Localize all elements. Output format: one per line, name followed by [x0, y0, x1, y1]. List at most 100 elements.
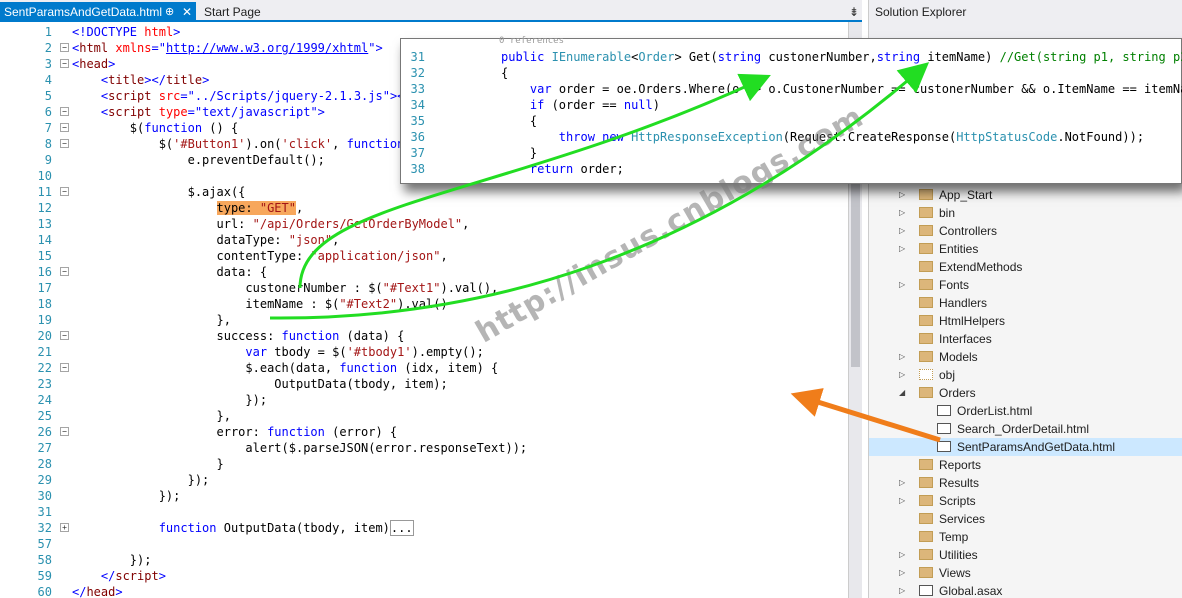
tree-item-fonts[interactable]: ▷ Fonts: [869, 276, 1182, 294]
expand-arrow-icon[interactable]: ▷: [899, 348, 905, 366]
popup-line-number: 33: [410, 82, 425, 96]
tree-item-global-asax[interactable]: ▷ Global.asax: [869, 582, 1182, 598]
expand-arrow-icon[interactable]: ▷: [899, 222, 905, 240]
collapse-icon[interactable]: −: [60, 107, 69, 116]
tree-item-entities[interactable]: ▷ Entities: [869, 240, 1182, 258]
collapse-icon[interactable]: −: [60, 59, 69, 68]
close-icon[interactable]: ✕: [182, 2, 192, 22]
expand-arrow-icon[interactable]: ▷: [899, 240, 905, 258]
code-line[interactable]: var tbody = $('#tbody1').empty();: [72, 344, 483, 360]
code-line[interactable]: type: "GET",: [72, 200, 303, 216]
line-number: 25: [37, 409, 52, 423]
code-line[interactable]: custonerNumber : $("#Text1").val(),: [72, 280, 498, 296]
code-line[interactable]: });: [72, 488, 181, 504]
tree-item-temp[interactable]: Temp: [869, 528, 1182, 546]
code-line[interactable]: e.preventDefault();: [72, 152, 325, 168]
code-line[interactable]: <script src="../Scripts/jquery-2.1.3.js"…: [72, 88, 412, 104]
tree-item-orderlist-html[interactable]: OrderList.html: [869, 402, 1182, 420]
code-line[interactable]: <html xmlns="http://www.w3.org/1999/xhtm…: [72, 40, 383, 56]
code-line[interactable]: $(function () {: [72, 120, 238, 136]
code-line[interactable]: dataType: "json",: [72, 232, 339, 248]
code-lens-references[interactable]: 0 references: [499, 36, 564, 46]
code-line[interactable]: <title></title>: [72, 72, 209, 88]
code-line[interactable]: }: [72, 456, 223, 472]
tree-item-orders[interactable]: ◢ Orders: [869, 384, 1182, 402]
expand-arrow-icon[interactable]: ▷: [899, 366, 905, 384]
code-line[interactable]: data: {: [72, 264, 267, 280]
tree-item-scripts[interactable]: ▷ Scripts: [869, 492, 1182, 510]
popup-code-line[interactable]: {: [501, 113, 537, 129]
tree-item-app-start[interactable]: ▷ App_Start: [869, 186, 1182, 204]
code-line[interactable]: <script type="text/javascript">: [72, 104, 325, 120]
tree-item-label: App_Start: [939, 188, 993, 202]
expand-arrow-icon[interactable]: ▷: [899, 276, 905, 294]
expand-icon[interactable]: +: [60, 523, 69, 532]
expand-arrow-icon[interactable]: ▷: [899, 492, 905, 510]
expand-arrow-icon[interactable]: ▷: [899, 546, 905, 564]
tree-item-htmlhelpers[interactable]: HtmlHelpers: [869, 312, 1182, 330]
popup-code-line[interactable]: {: [501, 65, 508, 81]
collapse-icon[interactable]: −: [60, 43, 69, 52]
popup-code-line[interactable]: var order = oe.Orders.Where(o => o.Custo…: [501, 81, 1182, 97]
code-line[interactable]: $('#Button1').on('click', function: [72, 136, 405, 152]
code-line[interactable]: error: function (error) {: [72, 424, 397, 440]
collapse-icon[interactable]: −: [60, 267, 69, 276]
tree-item-models[interactable]: ▷ Models: [869, 348, 1182, 366]
tab-sentparamsandgetdata[interactable]: SentParamsAndGetData.html ⊕ ✕: [0, 2, 196, 22]
collapse-icon[interactable]: −: [60, 427, 69, 436]
collapse-icon[interactable]: −: [60, 187, 69, 196]
code-line[interactable]: $.each(data, function (idx, item) {: [72, 360, 498, 376]
tree-item-sentparamsandgetdata-html[interactable]: SentParamsAndGetData.html: [869, 438, 1182, 456]
collapse-icon[interactable]: −: [60, 139, 69, 148]
code-line[interactable]: itemName : $("#Text2").val(): [72, 296, 447, 312]
code-line[interactable]: contentType: "application/json",: [72, 248, 447, 264]
tree-item-reports[interactable]: Reports: [869, 456, 1182, 474]
popup-code-line[interactable]: if (order == null): [501, 97, 660, 113]
code-line[interactable]: url: "/api/Orders/GetOrderByModel",: [72, 216, 469, 232]
code-line[interactable]: <head>: [72, 56, 115, 72]
expand-arrow-icon[interactable]: ▷: [899, 564, 905, 582]
tree-item-utilities[interactable]: ▷ Utilities: [869, 546, 1182, 564]
expand-arrow-icon[interactable]: ▷: [899, 582, 905, 598]
code-line[interactable]: alert($.parseJSON(error.responseText));: [72, 440, 527, 456]
tree-item-extendmethods[interactable]: ExtendMethods: [869, 258, 1182, 276]
line-number: 28: [37, 457, 52, 471]
tree-item-results[interactable]: ▷ Results: [869, 474, 1182, 492]
code-line[interactable]: <!DOCTYPE html>: [72, 24, 180, 40]
code-line[interactable]: },: [72, 312, 230, 328]
code-line[interactable]: $.ajax({: [72, 184, 246, 200]
code-line[interactable]: </head>: [72, 584, 123, 598]
tree-item-bin[interactable]: ▷ bin: [869, 204, 1182, 222]
collapse-arrow-icon[interactable]: ◢: [899, 384, 905, 402]
tree-item-interfaces[interactable]: Interfaces: [869, 330, 1182, 348]
collapse-icon[interactable]: −: [60, 331, 69, 340]
code-line[interactable]: OutputData(tbody, item);: [72, 376, 447, 392]
expand-arrow-icon[interactable]: ▷: [899, 474, 905, 492]
pin-icon[interactable]: ⊕: [165, 2, 174, 22]
folder-icon: [919, 351, 933, 362]
code-line[interactable]: </script>: [72, 568, 166, 584]
tree-item-services[interactable]: Services: [869, 510, 1182, 528]
expand-arrow-icon[interactable]: ▷: [899, 204, 905, 222]
tree-item-obj[interactable]: ▷ obj: [869, 366, 1182, 384]
tab-start-page[interactable]: Start Page: [200, 2, 300, 22]
code-line[interactable]: },: [72, 408, 230, 424]
line-number: 22: [37, 361, 52, 375]
code-line[interactable]: });: [72, 552, 152, 568]
code-line[interactable]: success: function (data) {: [72, 328, 404, 344]
tab-dropdown-icon[interactable]: ⇟: [846, 2, 862, 22]
collapse-icon[interactable]: −: [60, 123, 69, 132]
tree-item-controllers[interactable]: ▷ Controllers: [869, 222, 1182, 240]
popup-line-number: 36: [410, 130, 425, 144]
code-line[interactable]: });: [72, 472, 210, 488]
tree-item-handlers[interactable]: Handlers: [869, 294, 1182, 312]
collapse-icon[interactable]: −: [60, 363, 69, 372]
tree-item-views[interactable]: ▷ Views: [869, 564, 1182, 582]
popup-code-line[interactable]: return order;: [501, 161, 624, 177]
code-line[interactable]: });: [72, 392, 267, 408]
popup-code-line[interactable]: }: [501, 145, 537, 161]
popup-code-line[interactable]: public IEnumerable<Order> Get(string cus…: [501, 49, 1182, 65]
expand-arrow-icon[interactable]: ▷: [899, 186, 905, 204]
code-line[interactable]: function OutputData(tbody, item)...: [72, 520, 414, 536]
tree-item-search-orderdetail-html[interactable]: Search_OrderDetail.html: [869, 420, 1182, 438]
